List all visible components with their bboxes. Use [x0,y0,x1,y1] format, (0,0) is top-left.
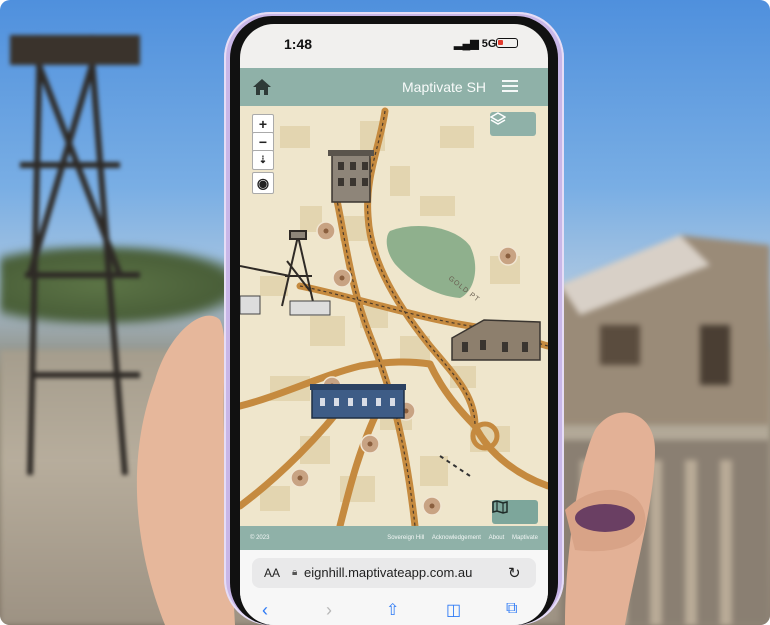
text-size-button[interactable]: AA [264,566,280,580]
share-icon[interactable]: ⇧ [386,600,399,620]
app-header: Maptivate SH [240,68,548,106]
illustrated-fence [240,295,331,316]
compass-icon[interactable]: ⇣ [252,150,274,170]
back-icon[interactable]: ‹ [262,600,268,621]
copyright-text: © 2023 [250,535,270,541]
map-canvas[interactable]: GOLD PT + − ⇣ ◉ [240,106,548,526]
map-graphic [240,107,548,526]
footer-link-about[interactable]: About [489,535,505,541]
map-icon [492,500,508,514]
status-signal: ▂▄▆ 5G [454,37,496,50]
forward-icon[interactable]: › [326,600,332,621]
photo-scene: 1:48 ▂▄▆ 5G Maptivate SH GOLD PT + − ⇣ ◉… [0,0,770,625]
illustrated-school [310,384,406,419]
signal-icon: ▂▄▆ [454,38,482,50]
layers-icon [490,112,506,125]
tabs-icon[interactable]: ⧉ [506,600,517,618]
home-icon[interactable] [252,77,272,97]
locate-icon[interactable]: ◉ [252,172,274,194]
footer-link-maptivate[interactable]: Maptivate [512,535,538,541]
zoom-out-icon[interactable]: − [252,132,274,152]
footer-links: Sovereign Hill Acknowledgement About Map… [381,535,538,541]
reload-icon[interactable]: ↻ [508,564,521,582]
app-title: Maptivate SH [402,79,487,95]
layers-button[interactable] [490,112,536,136]
footer-link-sovereign-hill[interactable]: Sovereign Hill [387,535,424,541]
browser-toolbar: AA 🔒︎ eignhill.maptivateapp.com.au ↻ ‹ ›… [240,550,548,625]
bookmarks-icon[interactable]: ◫ [446,600,461,620]
battery-icon [496,38,518,48]
zoom-in-icon[interactable]: + [252,114,274,134]
map-view-button[interactable] [492,500,538,524]
url-text[interactable]: eignhill.maptivateapp.com.au [304,565,472,580]
footer-link-acknowledgement[interactable]: Acknowledgement [432,535,481,541]
lock-icon: 🔒︎ [292,567,298,578]
status-time: 1:48 [284,36,313,52]
network-label: 5G [481,38,497,50]
app-footer: © 2023 Sovereign Hill Acknowledgement Ab… [240,526,548,550]
illustrated-hotel [328,150,374,203]
menu-icon[interactable] [502,79,518,93]
phone-screen: 1:48 ▂▄▆ 5G Maptivate SH GOLD PT + − ⇣ ◉… [240,24,548,625]
